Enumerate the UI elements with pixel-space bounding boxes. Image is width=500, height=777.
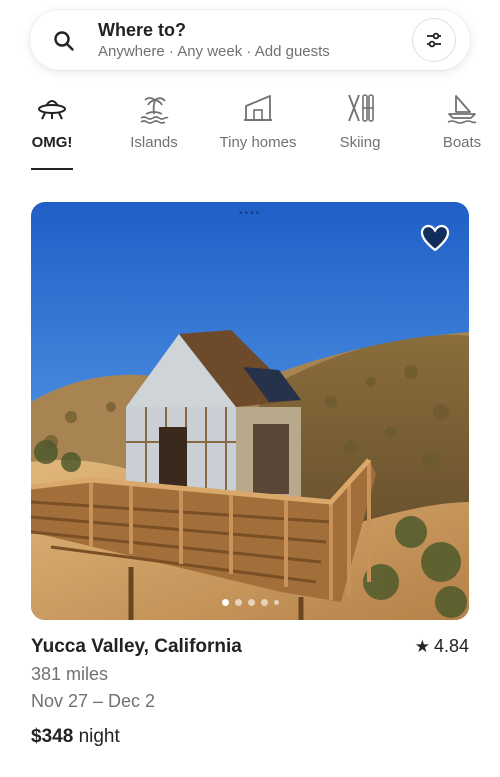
filter-button[interactable] xyxy=(412,18,456,62)
price-unit: night xyxy=(78,726,120,747)
tab-skiing[interactable]: Skiing xyxy=(324,92,396,172)
search-icon xyxy=(54,31,74,51)
tiny-home-icon xyxy=(244,95,272,121)
ufo-icon xyxy=(38,100,66,120)
pagination-dot[interactable] xyxy=(273,600,279,605)
tiny-home-photo xyxy=(31,202,469,620)
search-title: Where to? xyxy=(98,20,186,40)
tab-tiny-homes[interactable]: Tiny homes xyxy=(210,92,306,172)
listing-price: $348 xyxy=(31,726,74,747)
active-tab-indicator xyxy=(31,168,73,170)
listing-distance: 381 miles xyxy=(31,664,109,684)
tab-islands[interactable]: Islands xyxy=(118,92,190,172)
tab-boats-label: Boats xyxy=(442,134,482,151)
search-bar[interactable]: Where to? Anywhere · Any week · Add gues… xyxy=(30,10,470,70)
tab-omg-label: OMG! xyxy=(31,134,73,151)
pagination-dot[interactable] xyxy=(260,599,268,606)
heart-icon[interactable] xyxy=(419,222,451,254)
listing-price-line: $348 night xyxy=(31,726,120,748)
tab-islands-label: Islands xyxy=(130,134,178,151)
listing-title[interactable]: Yucca Valley, California xyxy=(31,636,242,658)
category-tabs: OMG! Islands Tiny homes Skiing Boats xyxy=(0,92,500,174)
rating-value: 4.84 xyxy=(433,636,469,656)
pagination-dot[interactable] xyxy=(234,599,242,606)
tab-boats[interactable]: Boats xyxy=(426,92,498,172)
skis-icon xyxy=(348,94,374,122)
listing-dates: Nov 27 – Dec 2 xyxy=(31,691,156,711)
search-subtitle: Anywhere · Any week · Add guests xyxy=(98,43,330,60)
tab-skiing-label: Skiing xyxy=(339,134,381,151)
star-icon: ★ xyxy=(414,636,430,656)
image-pagination xyxy=(31,599,469,606)
pagination-dot[interactable] xyxy=(247,599,255,606)
listing-photo[interactable]: •••• xyxy=(31,202,469,620)
image-notch: •••• xyxy=(238,208,261,219)
island-icon xyxy=(140,97,169,124)
tab-omg[interactable]: OMG! xyxy=(16,92,88,172)
listing-rating: ★ 4.84 xyxy=(415,636,469,657)
tab-tiny-homes-label: Tiny homes xyxy=(219,134,297,151)
pagination-dot[interactable] xyxy=(221,599,229,606)
filter-icon xyxy=(427,32,441,48)
boat-icon xyxy=(447,95,477,124)
